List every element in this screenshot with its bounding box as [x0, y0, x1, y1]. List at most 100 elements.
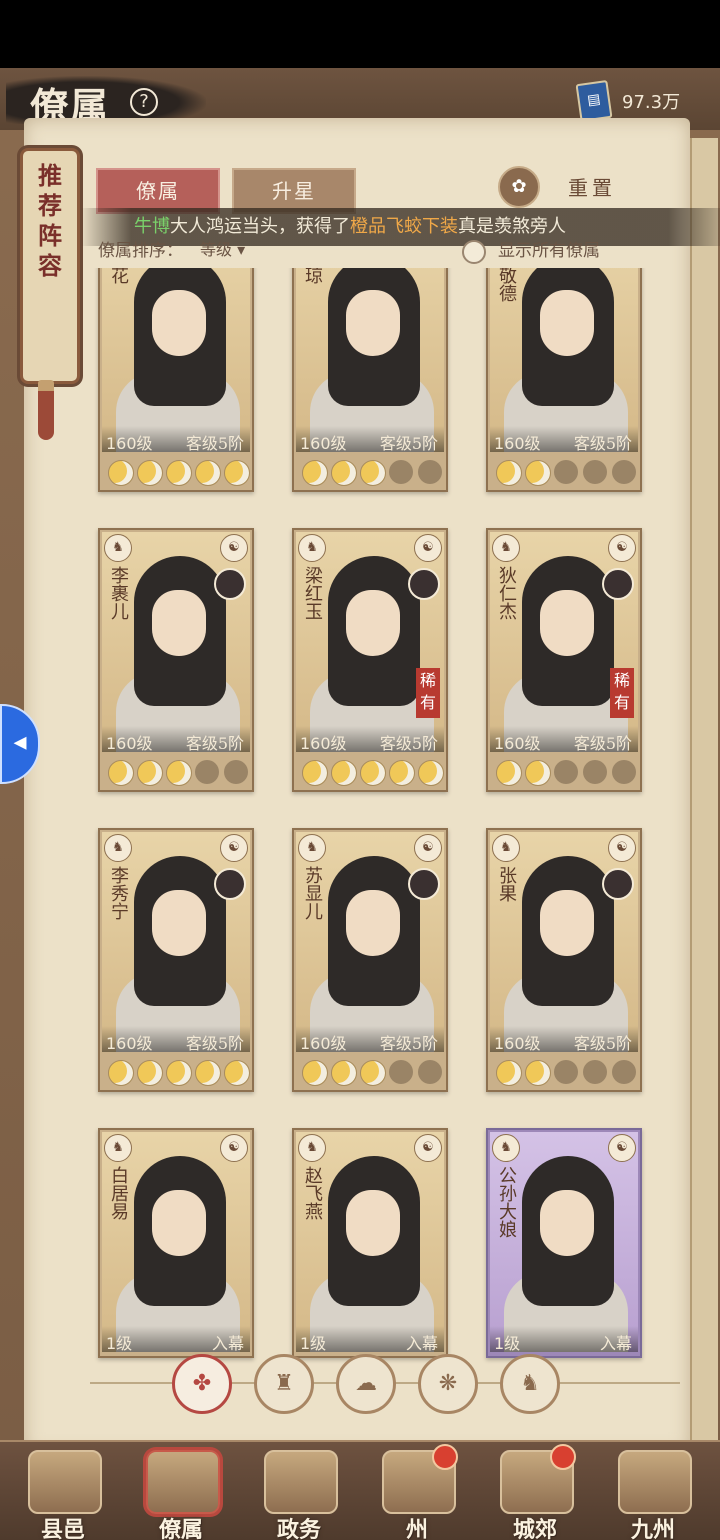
moon-star-filled-icon: [525, 760, 551, 786]
subordinate-card[interactable]: ♞ ☯ 苏显儿 160级 客级5阶: [292, 828, 448, 1092]
moon-star-filled-icon: [302, 460, 328, 486]
star-row: [492, 1058, 638, 1086]
cloud-faction-icon[interactable]: ☁: [336, 1354, 396, 1414]
notification-dot: [550, 1444, 576, 1470]
card-rank: 客级5阶: [185, 1034, 244, 1053]
moon-star-empty-icon: [612, 1060, 636, 1084]
card-level: 160级: [300, 734, 347, 753]
nav-label: 县邑: [40, 1517, 85, 1540]
faction-icon: ♞: [492, 1134, 520, 1162]
moon-star-empty-icon: [554, 760, 578, 784]
character-portrait: [102, 832, 250, 1052]
all-factions-icon[interactable]: ✤: [172, 1354, 232, 1414]
lion-faction-icon[interactable]: ♞: [500, 1354, 560, 1414]
character-portrait: [296, 1132, 444, 1352]
nav-label: 僚属: [158, 1517, 203, 1540]
role-icon: ☯: [608, 1134, 636, 1162]
nav-label: 政务: [276, 1517, 321, 1540]
moon-star-empty-icon: [418, 460, 442, 484]
subordinate-card[interactable]: ♞ ☯ 狄仁杰 稀有 160级 客级5阶: [486, 528, 642, 792]
show-all-radio[interactable]: [462, 239, 486, 264]
star-row: [492, 758, 638, 786]
moon-star-filled-icon: [496, 760, 522, 786]
subordinate-card[interactable]: ♞☯琼160级客级5阶: [292, 268, 448, 492]
currency-value: 97.3万: [622, 92, 681, 113]
role-icon: ☯: [414, 534, 442, 562]
portrait-face: [346, 890, 400, 956]
star-row: [298, 1058, 444, 1086]
subordinate-card[interactable]: ♞ ☯ 梁红玉 稀有 160级 客级5阶: [292, 528, 448, 792]
card-level: 160级: [106, 434, 153, 453]
moon-star-filled-icon: [166, 1060, 192, 1086]
moon-star-filled-icon: [360, 760, 386, 786]
fan-faction-icon[interactable]: ❋: [418, 1354, 478, 1414]
faction-icon: ♞: [492, 534, 520, 562]
reset-icon: ✿: [498, 166, 540, 208]
star-row: [104, 758, 250, 786]
subordinate-card[interactable]: ♞☯花160级客级5阶: [98, 268, 254, 492]
moon-star-filled-icon: [108, 760, 134, 786]
role-icon: ☯: [608, 834, 636, 862]
subordinate-card[interactable]: ♞ ☯ 白居易 1级 入幕: [98, 1128, 254, 1358]
card-rank: 客级5阶: [573, 434, 632, 453]
nav-item[interactable]: 县邑: [8, 1446, 118, 1540]
portrait-face: [540, 890, 594, 956]
partner-avatar: [214, 568, 246, 600]
moon-star-filled-icon: [224, 1060, 250, 1086]
card-name: 敬德: [496, 268, 517, 302]
role-icon: ☯: [414, 834, 442, 862]
moon-star-filled-icon: [224, 460, 250, 486]
show-all-toggle[interactable]: 显示所有僚属: [462, 236, 682, 264]
character-portrait: [490, 1132, 638, 1352]
moon-star-filled-icon: [525, 1060, 551, 1086]
marquee-text: 大人鸿运当头，获得了: [170, 216, 350, 237]
moon-star-empty-icon: [389, 460, 413, 484]
card-name: 公孙大娘: [496, 1166, 517, 1238]
moon-star-filled-icon: [137, 460, 163, 486]
moon-star-empty-icon: [583, 460, 607, 484]
subordinate-card[interactable]: ♞ ☯ 李裹儿 160级 客级5阶: [98, 528, 254, 792]
game-screen: 僚属 ? ▤ 97.3万 推荐阵容 僚属 升星 ✿ 重置 牛博大人鸿运当头，获得…: [0, 68, 720, 1540]
nav-item[interactable]: 城郊: [480, 1444, 590, 1540]
card-name: 张果: [496, 866, 517, 902]
moon-star-empty-icon: [418, 1060, 442, 1084]
subordinate-grid: ♞☯花160级客级5阶♞☯琼160级客级5阶♞☯敬德160级客级5阶♞☯李裹儿1…: [0, 268, 720, 1368]
moon-star-filled-icon: [302, 760, 328, 786]
nav-item[interactable]: 政务: [244, 1446, 354, 1540]
nav-item[interactable]: 州: [362, 1444, 472, 1540]
moon-star-filled-icon: [166, 760, 192, 786]
moon-star-empty-icon: [224, 760, 248, 784]
sort-value: 等级: [200, 240, 233, 259]
currency-display[interactable]: ▤ 97.3万: [575, 79, 708, 123]
sort-select[interactable]: 等级 ▾: [200, 236, 300, 259]
moon-star-filled-icon: [360, 460, 386, 486]
marquee-end: 真是羡煞旁人: [458, 216, 566, 237]
nav-item[interactable]: 僚属: [126, 1446, 236, 1540]
reset-button[interactable]: ✿ 重置: [498, 164, 658, 210]
nav-item[interactable]: 九州: [598, 1446, 708, 1540]
star-row: [104, 1058, 250, 1086]
subordinate-card[interactable]: ♞ ☯ 赵飞燕 1级 入幕: [292, 1128, 448, 1358]
role-icon: ☯: [220, 834, 248, 862]
nav-label: 九州: [630, 1517, 675, 1540]
role-icon: ☯: [220, 1134, 248, 1162]
question-icon[interactable]: ?: [130, 88, 158, 116]
moon-star-empty-icon: [583, 1060, 607, 1084]
subordinate-card[interactable]: ♞ ☯ 张果 160级 客级5阶: [486, 828, 642, 1092]
moon-star-empty-icon: [583, 760, 607, 784]
moon-star-filled-icon: [137, 1060, 163, 1086]
card-level: 160级: [106, 1034, 153, 1053]
subordinate-card[interactable]: ♞ ☯ 公孙大娘 1级 入幕: [486, 1128, 642, 1358]
subordinate-card[interactable]: ♞ ☯ 李秀宁 160级 客级5阶: [98, 828, 254, 1092]
portrait-face: [540, 590, 594, 656]
nav-label: 城郊: [512, 1517, 557, 1540]
card-rank: 客级5阶: [573, 734, 632, 753]
portrait-face: [152, 1190, 206, 1256]
faction-icon: ♞: [298, 834, 326, 862]
card-name: 白居易: [108, 1166, 129, 1220]
recommended-lineup-label: 推荐阵容: [38, 161, 62, 280]
mountain-faction-icon[interactable]: ♜: [254, 1354, 314, 1414]
subordinate-card[interactable]: ♞☯敬德160级客级5阶: [486, 268, 642, 492]
character-portrait: [296, 832, 444, 1052]
character-portrait: [102, 532, 250, 752]
